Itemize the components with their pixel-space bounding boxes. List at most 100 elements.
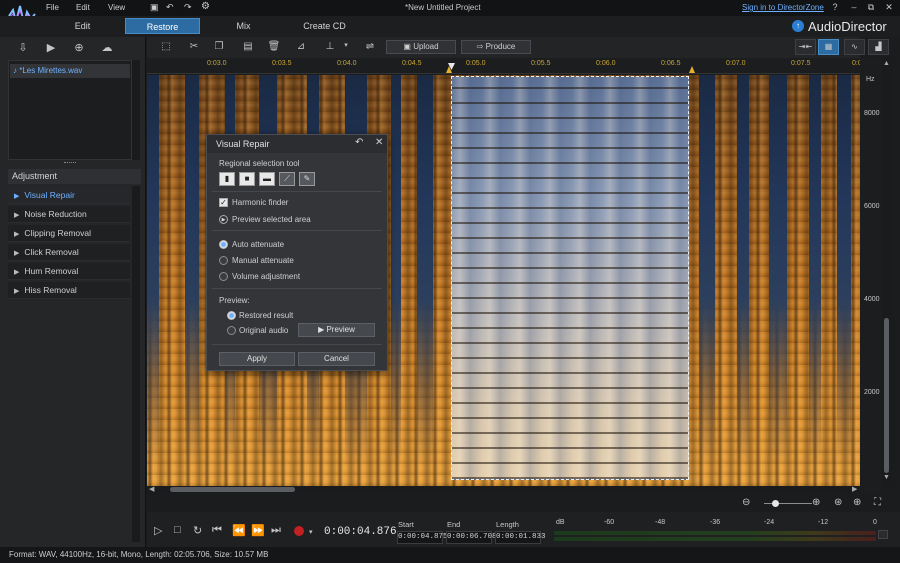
freq-select-tool-button[interactable]: ▬	[259, 172, 275, 186]
scroll-left-icon[interactable]: ◀	[149, 485, 154, 493]
lasso-tool-button[interactable]: ⟋	[279, 172, 295, 186]
stop-icon[interactable]: □	[174, 524, 181, 536]
original-audio-radio[interactable]	[227, 326, 236, 335]
timeline-ruler[interactable]	[147, 58, 860, 74]
rewind-icon[interactable]: ⏪	[232, 524, 246, 537]
record-options-chevron-icon[interactable]: ▾	[309, 528, 313, 536]
upload-button[interactable]: ▣ Upload	[386, 40, 456, 54]
play-icon[interactable]: ▷	[154, 524, 162, 537]
cloud-icon[interactable]: ☁	[98, 41, 116, 55]
sidebar-item-label: Noise Reduction	[24, 209, 87, 219]
preview-section-label: Preview:	[219, 296, 250, 305]
menu-edit[interactable]: Edit	[76, 3, 90, 12]
previous-icon[interactable]: ⏮	[212, 524, 222, 537]
loop-icon[interactable]: ↻	[193, 524, 202, 537]
zoom-in-icon[interactable]: ⊕	[812, 497, 820, 508]
preview-button[interactable]: ▶ Preview	[298, 323, 375, 337]
time-select-tool-button[interactable]: ▮	[219, 172, 235, 186]
sidebar-item-visual-repair[interactable]: ▶ Visual Repair	[8, 187, 130, 204]
auto-attenuate-label: Auto attenuate	[232, 240, 285, 249]
help-button[interactable]: ?	[828, 2, 842, 12]
adjustment-scrollbar[interactable]	[132, 186, 140, 542]
end-time-field[interactable]: 0:00:06.708	[446, 531, 497, 544]
scroll-up-icon[interactable]: ▲	[883, 60, 890, 67]
apply-button[interactable]: Apply	[219, 352, 295, 366]
tab-mix[interactable]: Mix	[206, 18, 281, 34]
copy-icon[interactable]: ❐	[211, 41, 227, 55]
zoom-vertical-icon[interactable]: ⊕	[853, 497, 861, 508]
cut-icon[interactable]: ✂	[186, 41, 202, 55]
preview-selected-play-icon[interactable]: ▶	[219, 215, 228, 224]
sidebar-item-click-removal[interactable]: ▶ Click Removal	[8, 244, 130, 261]
fit-view-button[interactable]: ⇥⇤	[795, 39, 816, 55]
fast-forward-icon[interactable]: ⏩	[251, 524, 265, 537]
import-media-icon[interactable]: ⇩	[14, 41, 32, 55]
dialog-close-icon[interactable]: ✕	[375, 137, 383, 148]
media-item[interactable]: ♪ *Les Mirettes.wav	[10, 64, 130, 78]
close-window-button[interactable]: ✕	[882, 2, 896, 13]
zoom-out-icon[interactable]: ⊖	[742, 497, 750, 508]
media-scrollbar[interactable]	[132, 60, 140, 160]
spectrum-view-button[interactable]: ▟	[868, 39, 889, 55]
tab-edit[interactable]: Edit	[45, 18, 120, 34]
menu-file[interactable]: File	[46, 3, 59, 12]
restored-result-radio[interactable]	[227, 311, 236, 320]
zoom-slider-thumb[interactable]	[772, 500, 779, 507]
undo-icon[interactable]: ↶	[166, 2, 174, 13]
selection-end-marker[interactable]	[689, 66, 695, 73]
manual-attenuate-radio[interactable]	[219, 256, 228, 265]
panel-resize-handle[interactable]	[64, 162, 76, 165]
waveform-view-button[interactable]: ∿	[844, 39, 865, 55]
stamp-icon[interactable]: ⊥	[322, 41, 338, 55]
import-video-icon[interactable]: ▶	[42, 41, 60, 55]
mix-icon[interactable]: ⇌	[362, 41, 378, 55]
record-button[interactable]	[294, 526, 304, 536]
settings-gear-icon[interactable]: ⚙	[201, 1, 210, 12]
chevron-down-icon[interactable]: ▾	[338, 41, 354, 55]
auto-attenuate-radio[interactable]	[219, 240, 228, 249]
preview-selected-area-link[interactable]: Preview selected area	[232, 215, 311, 224]
download-icon[interactable]: ⊕	[70, 41, 88, 55]
frequency-unit: Hz	[866, 76, 875, 83]
spectral-view-button[interactable]: ▦	[818, 39, 839, 55]
sidebar-item-noise-reduction[interactable]: ▶ Noise Reduction	[8, 206, 130, 223]
save-icon[interactable]: ▣	[150, 2, 159, 13]
dialog-undo-icon[interactable]: ↶	[355, 137, 363, 148]
minimize-button[interactable]: –	[847, 2, 861, 12]
tab-create-cd[interactable]: Create CD	[287, 18, 362, 34]
delete-icon[interactable]: 🗑	[266, 41, 282, 55]
harmonic-finder-checkbox[interactable]: ✓	[219, 198, 228, 207]
start-time-field[interactable]: 0:00:04.875	[397, 531, 448, 544]
volume-adjustment-radio[interactable]	[219, 272, 228, 281]
ruler-tick: 0:05.0	[466, 60, 486, 67]
paste-icon[interactable]: ▤	[240, 41, 256, 55]
vertical-scroll-thumb[interactable]	[884, 318, 889, 473]
tab-restore[interactable]: Restore	[125, 18, 200, 34]
select-tool-icon[interactable]: ⬚	[158, 41, 174, 55]
brush-tool-button[interactable]: ✎	[299, 172, 315, 186]
scroll-right-icon[interactable]: ▶	[852, 485, 857, 493]
meter-label: -12	[818, 519, 829, 526]
redo-icon[interactable]: ↷	[184, 2, 192, 13]
scroll-down-icon[interactable]: ▼	[883, 474, 890, 481]
length-time-field[interactable]: 0:00:01.833	[495, 531, 546, 544]
trim-icon[interactable]: ⊿	[293, 41, 309, 55]
sidebar-item-hum-removal[interactable]: ▶ Hum Removal	[8, 263, 130, 280]
clip-indicator[interactable]	[878, 530, 888, 539]
sign-in-link[interactable]: Sign in to DirectorZone	[742, 3, 824, 12]
next-icon[interactable]: ⏭	[271, 524, 281, 537]
sidebar-item-clipping-removal[interactable]: ▶ Clipping Removal	[8, 225, 130, 242]
fit-screen-icon[interactable]: ⛶	[874, 497, 881, 508]
horizontal-scroll-thumb[interactable]	[170, 487, 295, 492]
produce-button[interactable]: ⇨ Produce	[461, 40, 531, 54]
cancel-button[interactable]: Cancel	[298, 352, 375, 366]
zoom-selection-icon[interactable]: ⊛	[834, 497, 842, 508]
volume-adjustment-label: Volume adjustment	[232, 272, 301, 281]
sidebar-item-hiss-removal[interactable]: ▶ Hiss Removal	[8, 282, 130, 299]
menu-view[interactable]: View	[108, 3, 125, 12]
ruler-tick: 0:06.0	[596, 60, 616, 67]
repair-selection-region[interactable]	[451, 76, 689, 480]
rect-select-tool-button[interactable]: ■	[239, 172, 255, 186]
restore-window-button[interactable]: ⧉	[864, 2, 878, 13]
upload-icon: ▣	[403, 42, 414, 51]
